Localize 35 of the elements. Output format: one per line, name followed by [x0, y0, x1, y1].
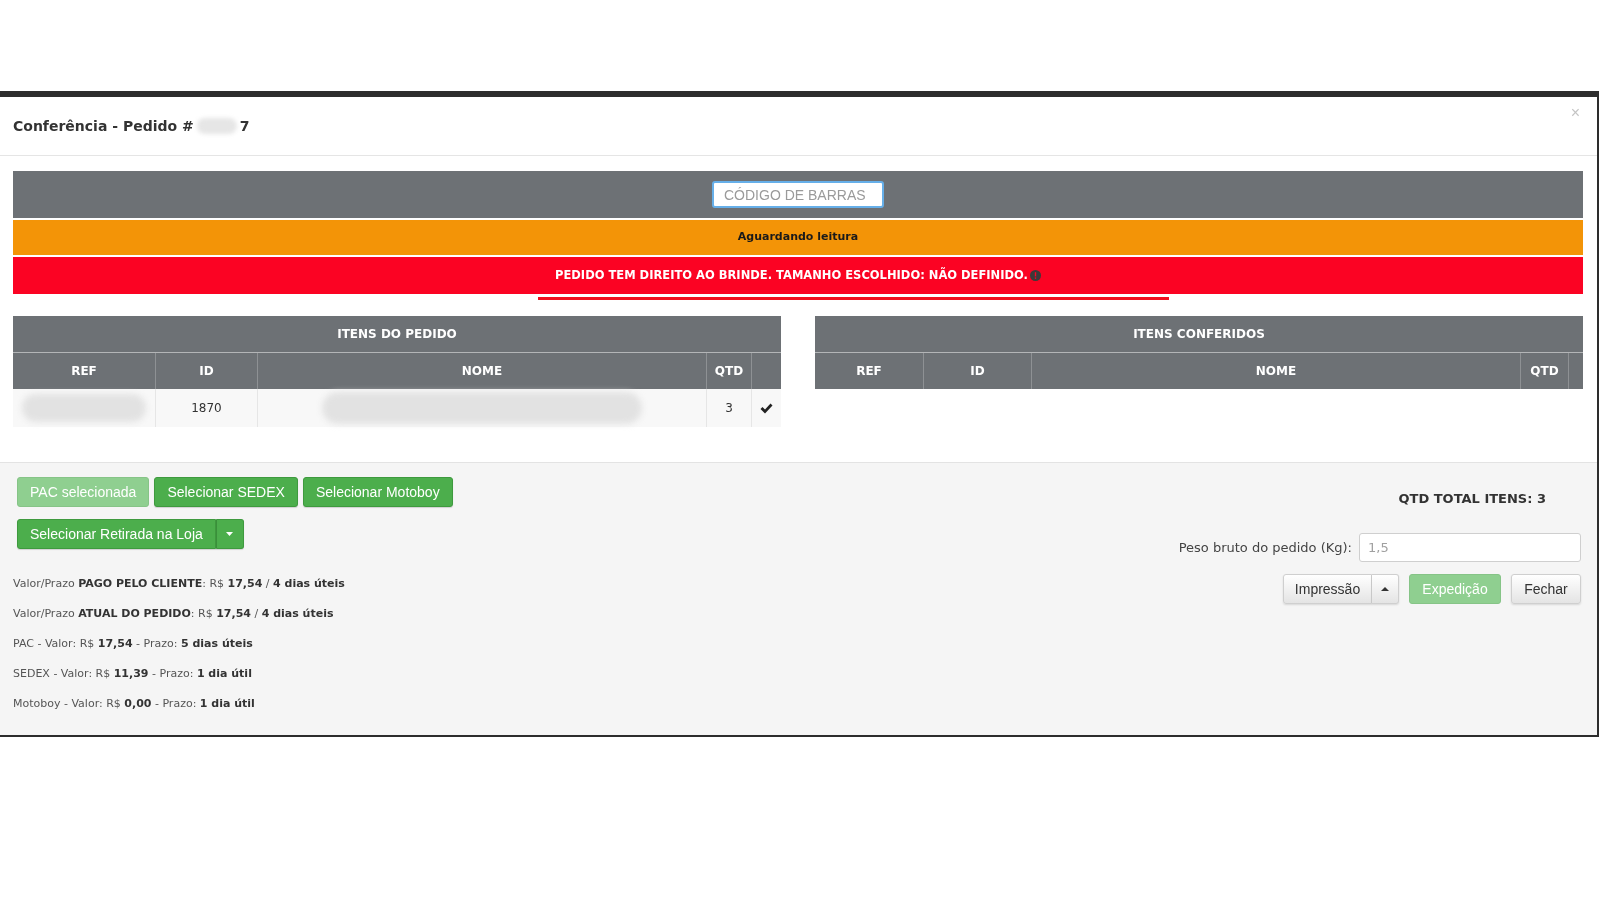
print-button[interactable]: Impressão	[1283, 574, 1372, 604]
table-cell: 1870	[155, 389, 257, 427]
column-header: REF	[855, 363, 883, 380]
table-title: ITENS DO PEDIDO	[13, 316, 781, 353]
caret-button[interactable]	[1372, 574, 1399, 604]
table-cell: 3	[706, 389, 751, 427]
shipping-info-line: Valor/Prazo ATUAL DO PEDIDO: R$ 17,54 / 4 dias úteis	[13, 606, 335, 622]
dropdown-toggle-button[interactable]	[215, 519, 244, 549]
shipping-option-button[interactable]: Selecionar SEDEX	[154, 477, 298, 507]
barcode-input[interactable]: CÓDIGO DE BARRAS	[712, 181, 884, 208]
caret-down-icon	[226, 532, 234, 536]
close-dialog-button[interactable]: Fechar	[1511, 574, 1581, 604]
shipping-info-line: Valor/Prazo PAGO PELO CLIENTE: R$ 17,54 / 4 dias úteis	[13, 576, 346, 592]
alert-icon	[1029, 270, 1041, 281]
shipping-info-line: SEDEX - Valor: R$ 11,39 - Prazo: 1 dia útil	[13, 666, 253, 682]
caret-up-icon	[1381, 587, 1389, 591]
shipping-option-button[interactable]: PAC selecionada	[17, 477, 150, 507]
column-header: NOME	[1031, 353, 1520, 389]
redacted-block	[196, 118, 237, 134]
weight-label: Peso bruto do pedido (Kg):	[1178, 538, 1352, 557]
pickup-button[interactable]: Selecionar Retirada na Loja	[17, 519, 216, 549]
shipping-info-line: Motoboy - Valor: R$ 0,00 - Prazo: 1 dia útil	[13, 696, 256, 712]
shipping-option-button[interactable]: Selecionar Motoboy	[302, 477, 453, 507]
status-banner: Aguardando leitura	[13, 220, 1583, 255]
column-header: ID	[923, 353, 1031, 389]
alert-text: PEDIDO TEM DIREITO AO BRINDE. TAMANHO ESCOLHIDO: NÃO DEFINIDO.	[555, 266, 1028, 284]
column-header: REF	[70, 363, 98, 380]
close-button[interactable]: ×	[1570, 105, 1580, 121]
total-items-text: QTD TOTAL ITENS: 3	[1398, 490, 1546, 508]
shipping-info-line: PAC - Valor: R$ 17,54 - Prazo: 5 dias úteis	[13, 636, 254, 652]
order-number-digit: 7	[239, 116, 250, 136]
weight-input[interactable]: 1,5	[1359, 533, 1581, 562]
dialog-title: Conferência - Pedido #	[13, 116, 194, 136]
column-header: QTD	[1520, 353, 1568, 389]
table-title: ITENS CONFERIDOS	[815, 316, 1583, 353]
